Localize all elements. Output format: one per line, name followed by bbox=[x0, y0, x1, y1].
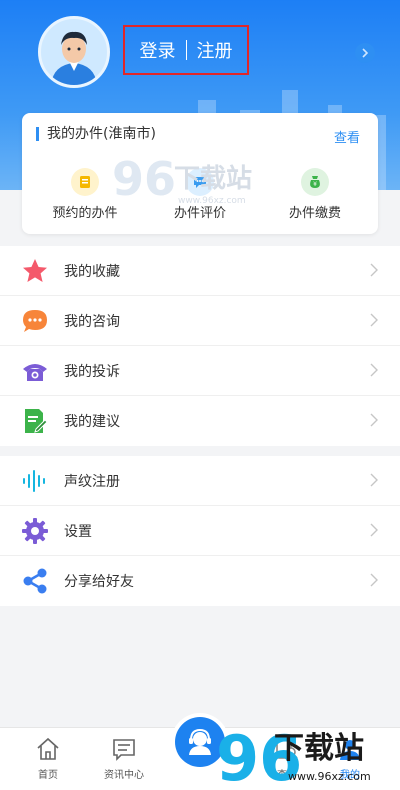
login-link[interactable]: 登录 bbox=[140, 37, 176, 63]
payment-bag-icon: ¥ bbox=[301, 168, 329, 196]
login-register-divider bbox=[185, 40, 187, 60]
tab-home-label: 首页 bbox=[38, 770, 58, 781]
tab-home[interactable]: 首页 bbox=[18, 736, 78, 781]
affairs-evaluation-label: 办件评价 bbox=[173, 206, 226, 221]
chat-bubble-icon bbox=[20, 306, 50, 336]
tab-query[interactable]: 查询 bbox=[257, 736, 317, 781]
menu-item-consultations[interactable]: 我的咨询 bbox=[0, 296, 400, 346]
affairs-evaluation-item[interactable]: 办件评价 bbox=[155, 168, 245, 221]
affairs-card-title: 我的办件(淮南市) bbox=[36, 127, 156, 141]
voiceprint-label: 声纹注册 bbox=[64, 473, 120, 490]
center-service-button[interactable] bbox=[171, 713, 229, 771]
user-avatar[interactable] bbox=[38, 16, 110, 88]
telephone-icon bbox=[20, 356, 50, 386]
appointment-affairs-label: 预约的办件 bbox=[52, 206, 118, 221]
menu-item-share[interactable]: 分享给好友 bbox=[0, 556, 400, 606]
share-icon bbox=[20, 566, 50, 596]
appointment-affairs-item[interactable]: 预约的办件 bbox=[40, 168, 130, 221]
chevron-right-icon bbox=[370, 413, 378, 427]
settings-label: 设置 bbox=[64, 523, 92, 540]
menu-item-suggestions[interactable]: 我的建议 bbox=[0, 396, 400, 446]
chevron-right-icon bbox=[370, 473, 378, 487]
favorites-label: 我的收藏 bbox=[64, 263, 120, 280]
profile-icon bbox=[340, 740, 360, 760]
menu-item-voiceprint[interactable]: 声纹注册 bbox=[0, 456, 400, 506]
chevron-right-icon bbox=[370, 363, 378, 377]
affairs-payment-label: 办件缴费 bbox=[288, 206, 341, 221]
chevron-right-icon bbox=[370, 573, 378, 587]
profile-arrow-button[interactable] bbox=[355, 43, 375, 63]
comment-icon bbox=[186, 168, 214, 196]
star-icon bbox=[20, 256, 50, 286]
chevron-right-icon bbox=[370, 523, 378, 537]
search-icon bbox=[276, 739, 298, 759]
default-avatar-icon bbox=[51, 31, 97, 85]
tab-news[interactable]: 资讯中心 bbox=[94, 736, 154, 781]
news-icon bbox=[113, 739, 135, 761]
affairs-payment-item[interactable]: ¥ 办件缴费 bbox=[270, 168, 360, 221]
tab-news-label: 资讯中心 bbox=[104, 770, 144, 781]
share-label: 分享给好友 bbox=[64, 574, 134, 590]
affairs-view-link[interactable]: 查看 bbox=[334, 127, 360, 146]
home-icon bbox=[37, 737, 59, 760]
chevron-right-icon bbox=[370, 263, 378, 277]
menu-item-complaints[interactable]: 我的投诉 bbox=[0, 346, 400, 396]
chevron-right-icon bbox=[362, 48, 369, 58]
my-affairs-card: 我的办件(淮南市) 查看 预约的办件 办件评价 ¥ 办件缴费 bbox=[22, 113, 378, 234]
chevron-right-icon bbox=[370, 313, 378, 327]
voiceprint-icon bbox=[20, 466, 50, 496]
complaints-label: 我的投诉 bbox=[64, 363, 120, 380]
svg-text:¥: ¥ bbox=[313, 181, 317, 188]
service-button-face bbox=[175, 717, 225, 767]
gear-icon bbox=[20, 516, 50, 546]
tab-mine-label: 我的 bbox=[340, 770, 360, 781]
edit-document-icon bbox=[20, 406, 50, 436]
login-register-box: 登录 注册 bbox=[123, 25, 249, 75]
headset-service-icon bbox=[189, 728, 211, 755]
tab-mine[interactable]: 我的 bbox=[320, 736, 380, 781]
tab-query-label: 查询 bbox=[277, 770, 297, 781]
appointment-doc-icon bbox=[71, 168, 99, 196]
menu-group-personal: 我的收藏 我的咨询 我的投诉 我的建议 bbox=[0, 246, 400, 446]
menu-item-settings[interactable]: 设置 bbox=[0, 506, 400, 556]
menu-item-favorites[interactable]: 我的收藏 bbox=[0, 246, 400, 296]
suggestions-label: 我的建议 bbox=[64, 414, 120, 430]
register-link[interactable]: 注册 bbox=[197, 37, 233, 63]
consultations-label: 我的咨询 bbox=[64, 313, 120, 330]
menu-group-system: 声纹注册 设置 分享给好友 bbox=[0, 456, 400, 606]
